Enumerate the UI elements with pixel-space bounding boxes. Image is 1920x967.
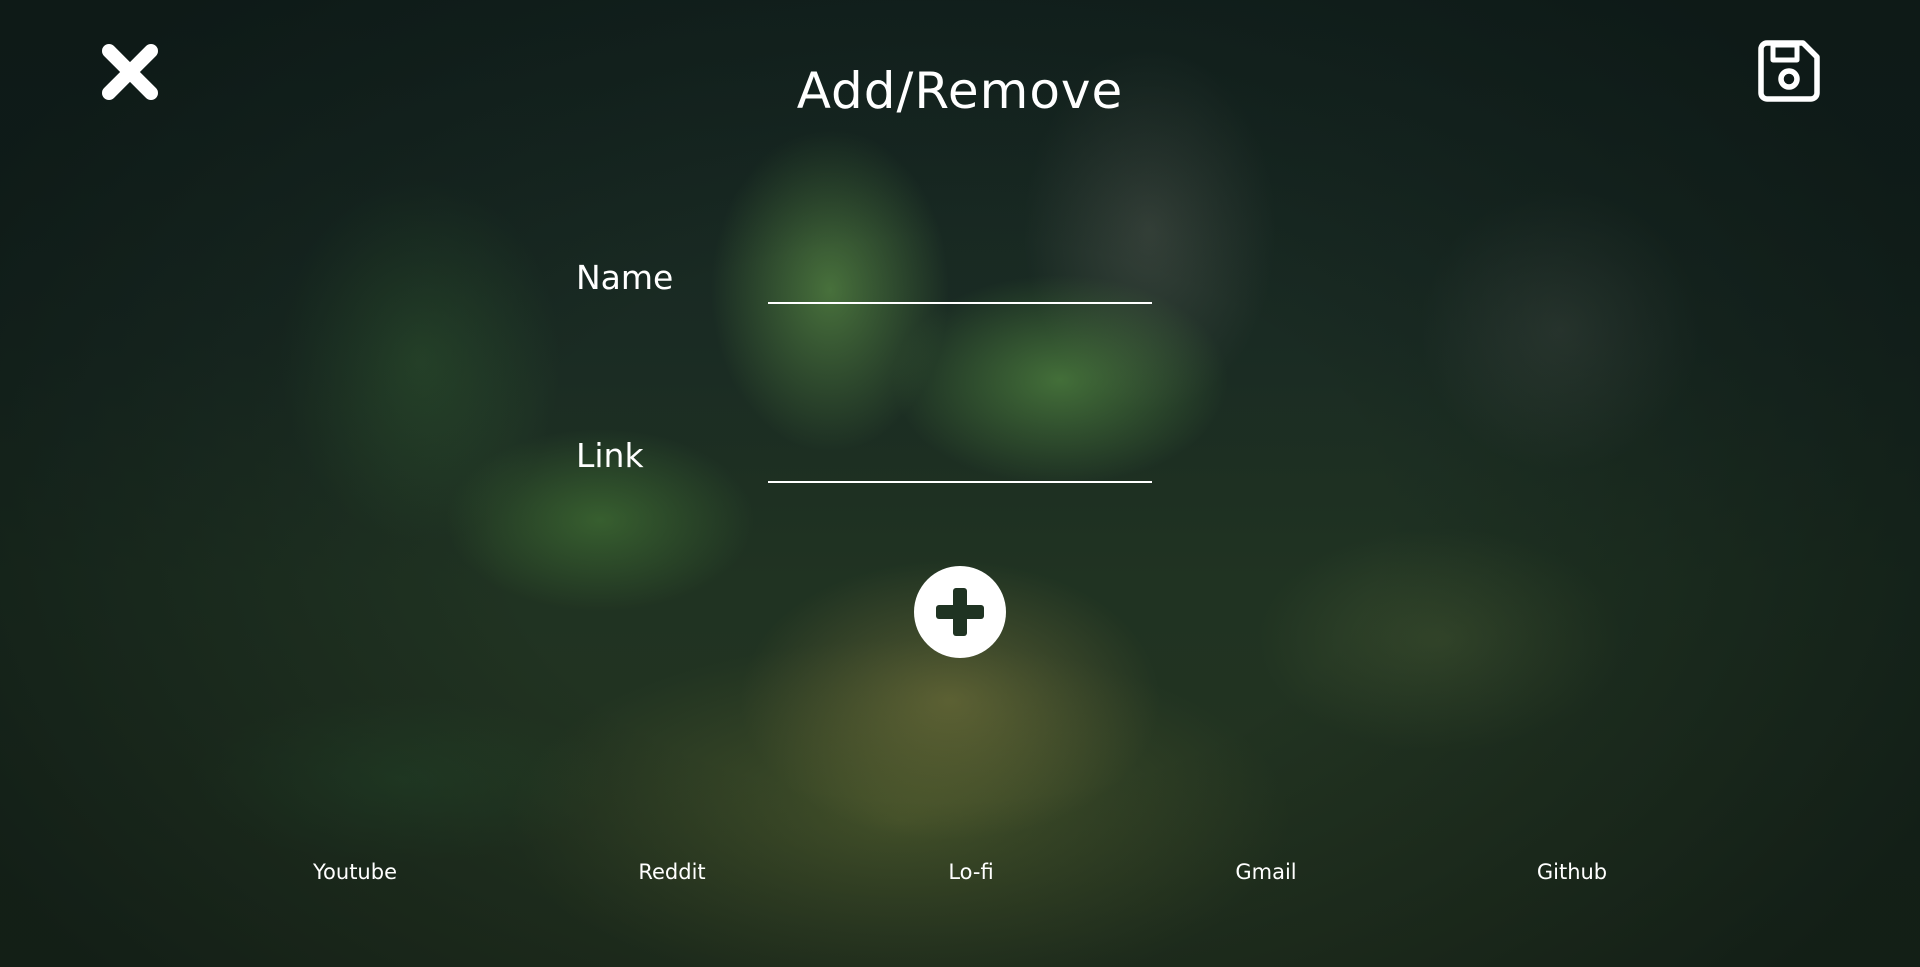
bookmark-reddit[interactable]: Reddit: [638, 860, 705, 884]
main-content: Add/Remove Name Link Youtube Reddit Lo-f…: [0, 0, 1920, 967]
page-title: Add/Remove: [796, 62, 1124, 120]
link-input[interactable]: [768, 443, 1152, 483]
save-icon: [1758, 40, 1820, 102]
plus-icon: [936, 588, 984, 636]
bookmark-gmail[interactable]: Gmail: [1235, 860, 1296, 884]
bookmark-list: Youtube Reddit Lo-fi Gmail Github: [0, 860, 1920, 890]
add-button[interactable]: [914, 566, 1006, 658]
link-label: Link: [576, 436, 644, 475]
add-remove-screen: Add/Remove Name Link Youtube Reddit Lo-f…: [0, 0, 1920, 967]
save-button[interactable]: [1756, 38, 1822, 104]
bookmark-youtube[interactable]: Youtube: [313, 860, 397, 884]
name-input[interactable]: [768, 264, 1152, 304]
bookmark-github[interactable]: Github: [1537, 860, 1607, 884]
bookmark-lofi[interactable]: Lo-fi: [948, 860, 993, 884]
name-label: Name: [576, 258, 674, 297]
